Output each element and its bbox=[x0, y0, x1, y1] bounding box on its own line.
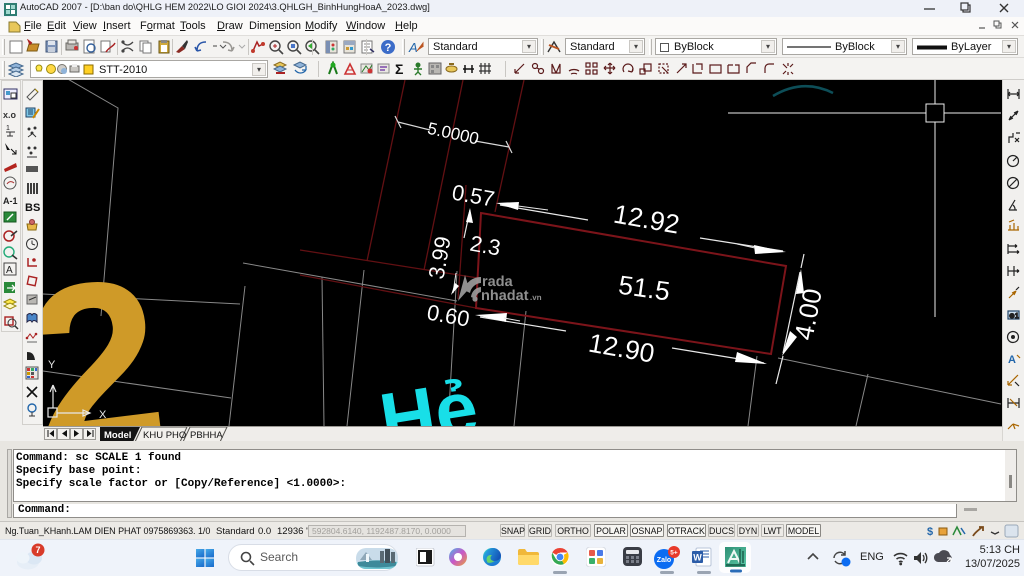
svg-text:⊕1: ⊕1 bbox=[1009, 313, 1019, 320]
svg-text:Zalo: Zalo bbox=[657, 557, 671, 564]
svg-text:A: A bbox=[1008, 354, 1016, 366]
svg-text:PBHHA: PBHHA bbox=[190, 430, 223, 441]
svg-text:W: W bbox=[693, 553, 702, 563]
svg-text:KHU PHO: KHU PHO bbox=[143, 430, 186, 441]
svg-text:Y: Y bbox=[48, 359, 56, 371]
svg-text:A: A bbox=[6, 265, 13, 276]
svg-text:1: 1 bbox=[6, 125, 10, 132]
svg-text:5+: 5+ bbox=[670, 550, 678, 557]
svg-text:Σ: Σ bbox=[395, 61, 403, 77]
svg-text:Model: Model bbox=[104, 430, 131, 441]
svg-text:7: 7 bbox=[35, 545, 40, 555]
svg-text:X: X bbox=[99, 409, 107, 421]
svg-text:?: ? bbox=[385, 42, 392, 54]
svg-text:$: $ bbox=[927, 526, 933, 538]
svg-text:BS: BS bbox=[25, 202, 40, 214]
svg-text:A-1: A-1 bbox=[3, 196, 18, 206]
svg-text:A: A bbox=[408, 40, 418, 55]
svg-text:x.o: x.o bbox=[3, 110, 17, 120]
